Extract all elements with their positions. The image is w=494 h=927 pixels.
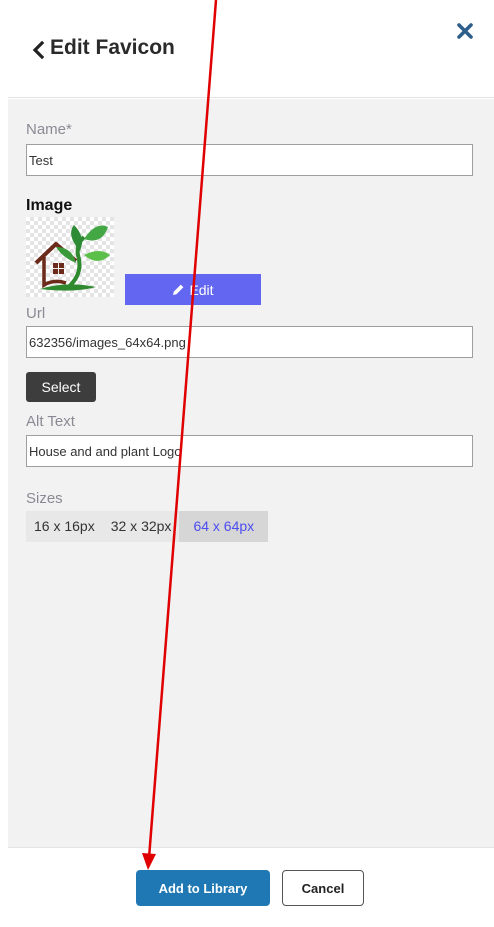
page-title: Edit Favicon [50,36,175,59]
size-tab-64[interactable]: 64 x 64px [179,511,269,542]
edit-image-button[interactable]: Edit [125,274,261,305]
edit-favicon-panel: Edit Favicon Name* Image [8,6,494,927]
panel-header: Edit Favicon [8,6,494,98]
house-plant-logo [34,225,110,291]
close-icon[interactable] [456,22,474,40]
url-input[interactable] [26,326,473,358]
size-tab-16[interactable]: 16 x 16px [26,511,103,542]
add-to-library-button[interactable]: Add to Library [136,870,270,906]
favicon-preview-image [26,217,114,297]
sizes-tab-group: 16 x 16px 32 x 32px 64 x 64px [26,511,269,542]
name-input[interactable] [26,144,473,176]
image-heading: Image [26,197,73,214]
panel-footer: Add to Library Cancel [8,847,494,927]
name-label: Name* [26,121,72,138]
pencil-icon [173,284,184,295]
sizes-label: Sizes [26,490,63,507]
url-label: Url [26,305,46,322]
alt-text-label: Alt Text [26,413,75,430]
cancel-button[interactable]: Cancel [282,870,364,906]
select-button[interactable]: Select [26,372,96,402]
size-tab-32[interactable]: 32 x 32px [102,511,180,542]
chevron-left-icon[interactable] [30,40,46,60]
alt-text-input[interactable] [26,435,473,467]
form-body: Name* Image [8,99,494,847]
edit-button-label: Edit [189,281,214,298]
